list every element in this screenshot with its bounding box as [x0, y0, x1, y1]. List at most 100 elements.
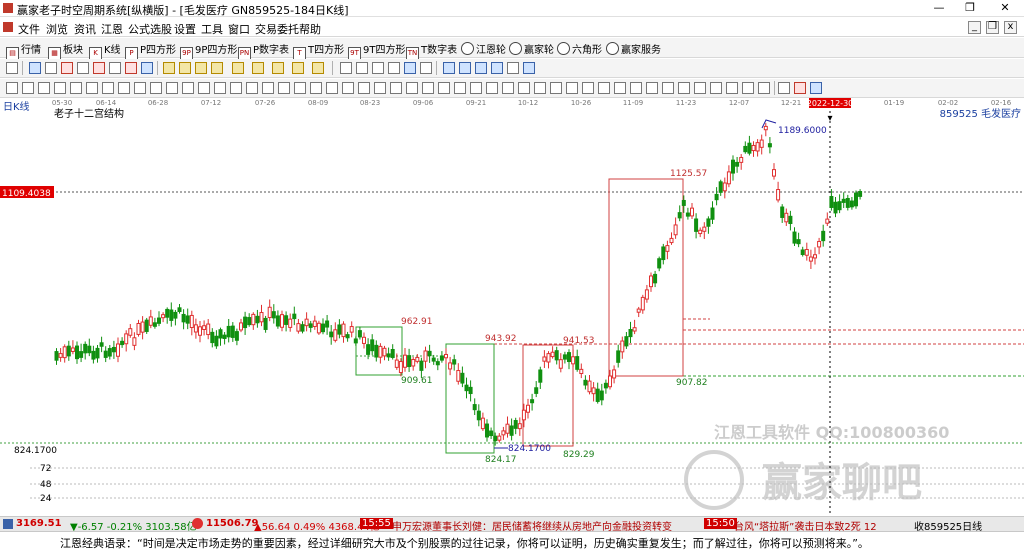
redo-icon[interactable]: [630, 82, 642, 94]
time-zone-icon[interactable]: [310, 82, 322, 94]
polyline-icon[interactable]: [182, 82, 194, 94]
print-icon[interactable]: [475, 62, 487, 74]
kline-button[interactable]: K K线: [89, 41, 121, 60]
menu-settings[interactable]: 设置: [174, 21, 196, 37]
9p-square-button[interactable]: 9P 9P四方形: [180, 41, 237, 60]
mdi-restore-button[interactable]: ❐: [986, 21, 999, 34]
ray-icon[interactable]: [54, 82, 66, 94]
magnifier-icon[interactable]: [507, 62, 519, 74]
flag-icon[interactable]: [141, 62, 153, 74]
speed-arc-icon[interactable]: [374, 82, 386, 94]
ruler-icon[interactable]: [125, 62, 137, 74]
box-line-icon[interactable]: [326, 82, 338, 94]
bar-count-icon[interactable]: [93, 62, 105, 74]
triangle-icon[interactable]: [166, 82, 178, 94]
text-icon[interactable]: [404, 62, 416, 74]
menu-tools[interactable]: 工具: [201, 21, 223, 37]
menu-window[interactable]: 窗口: [228, 21, 250, 37]
percent-icon[interactable]: [61, 62, 73, 74]
gann-angle-icon[interactable]: [292, 62, 304, 74]
table-icon[interactable]: [778, 82, 790, 94]
channel-icon[interactable]: [70, 82, 82, 94]
cross-line-icon[interactable]: [356, 62, 368, 74]
mdi-close-button[interactable]: x: [1004, 21, 1017, 34]
crosshair-icon[interactable]: [6, 62, 18, 74]
maximize-button[interactable]: ❐: [955, 1, 985, 15]
gann-line-icon[interactable]: [358, 82, 370, 94]
infinity-icon[interactable]: [810, 82, 822, 94]
quotes-button[interactable]: ▤ 行情: [6, 41, 41, 60]
spiral-icon[interactable]: [246, 82, 258, 94]
mdi-minimize-button[interactable]: _: [968, 21, 981, 34]
wave-icon[interactable]: [198, 82, 210, 94]
grid-icon[interactable]: [523, 62, 535, 74]
hand-icon[interactable]: [340, 62, 352, 74]
last-bar-icon[interactable]: [211, 62, 223, 74]
t-number-table-button[interactable]: TN T数字表: [406, 41, 457, 60]
pointer-icon[interactable]: [6, 82, 18, 94]
regression-icon[interactable]: [230, 82, 242, 94]
gann-square-icon[interactable]: [312, 62, 324, 74]
parallel-icon[interactable]: [86, 82, 98, 94]
menu-formula[interactable]: 公式选股: [128, 21, 172, 37]
settings-icon[interactable]: [758, 82, 770, 94]
hexagon-button[interactable]: 六角形: [557, 41, 602, 56]
hide-icon[interactable]: [486, 82, 498, 94]
template-icon[interactable]: [742, 82, 754, 94]
p-number-table-button[interactable]: PN P数字表: [238, 41, 289, 60]
group-icon[interactable]: [678, 82, 690, 94]
delete-icon[interactable]: [470, 82, 482, 94]
gann-fan-icon[interactable]: [232, 62, 244, 74]
menu-gann[interactable]: 江恩: [101, 21, 123, 37]
ungroup-icon[interactable]: [694, 82, 706, 94]
screen-icon[interactable]: [491, 62, 503, 74]
minimize-button[interactable]: —: [924, 1, 954, 15]
vline-icon[interactable]: [22, 82, 34, 94]
sector-button[interactable]: ▦ 板块: [48, 41, 83, 60]
magnet-icon[interactable]: [598, 82, 610, 94]
undo-icon[interactable]: [614, 82, 626, 94]
arc-icon[interactable]: [118, 82, 130, 94]
lock-icon[interactable]: [502, 82, 514, 94]
menu-info[interactable]: 资讯: [74, 21, 96, 37]
9t-square-button[interactable]: 9T 9T四方形: [348, 41, 405, 60]
copy-icon[interactable]: [443, 62, 455, 74]
color-icon[interactable]: [518, 82, 530, 94]
gann-wheel-button[interactable]: 江恩轮: [461, 41, 506, 56]
trend-line-icon[interactable]: [372, 62, 384, 74]
angle-line-icon[interactable]: [342, 82, 354, 94]
gann-box-icon[interactable]: [252, 62, 264, 74]
distribute-icon[interactable]: [726, 82, 738, 94]
mirror-icon[interactable]: [566, 82, 578, 94]
menu-trade[interactable]: 交易委托: [255, 21, 299, 37]
measure-icon[interactable]: [454, 82, 466, 94]
golden-icon[interactable]: [214, 82, 226, 94]
close-button[interactable]: ✕: [990, 1, 1020, 15]
label-icon[interactable]: [422, 82, 434, 94]
gann-grid-icon[interactable]: [272, 62, 284, 74]
prev-bar-icon[interactable]: [195, 62, 207, 74]
hline-icon[interactable]: [38, 82, 50, 94]
cycle-icon[interactable]: [102, 82, 114, 94]
t-square-button[interactable]: T T四方形: [293, 41, 344, 60]
price-label-icon[interactable]: [438, 82, 450, 94]
fib-icon[interactable]: [45, 62, 57, 74]
speed-line-icon[interactable]: [77, 62, 89, 74]
service-button[interactable]: 赢家服务: [606, 41, 661, 56]
kline-chart[interactable]: 05-30 06-14 06-28 07-12 07-26 08-09 08-23 09-06…: [0, 98, 1024, 516]
zero-icon[interactable]: [109, 62, 121, 74]
menu-file[interactable]: 文件: [18, 21, 40, 37]
next-bar-icon[interactable]: [179, 62, 191, 74]
save-icon[interactable]: [459, 62, 471, 74]
up-arrow-icon[interactable]: [390, 82, 402, 94]
menu-help[interactable]: 帮助: [299, 21, 321, 37]
box-select-icon[interactable]: [29, 62, 41, 74]
width-icon[interactable]: [534, 82, 546, 94]
p-square-button[interactable]: P P四方形: [125, 41, 176, 60]
fan-icon[interactable]: [262, 82, 274, 94]
eraser-icon[interactable]: [420, 62, 432, 74]
pitchfork-icon[interactable]: [278, 82, 290, 94]
menu-browse[interactable]: 浏览: [46, 21, 68, 37]
arrow-icon[interactable]: [388, 62, 400, 74]
snap-icon[interactable]: [582, 82, 594, 94]
